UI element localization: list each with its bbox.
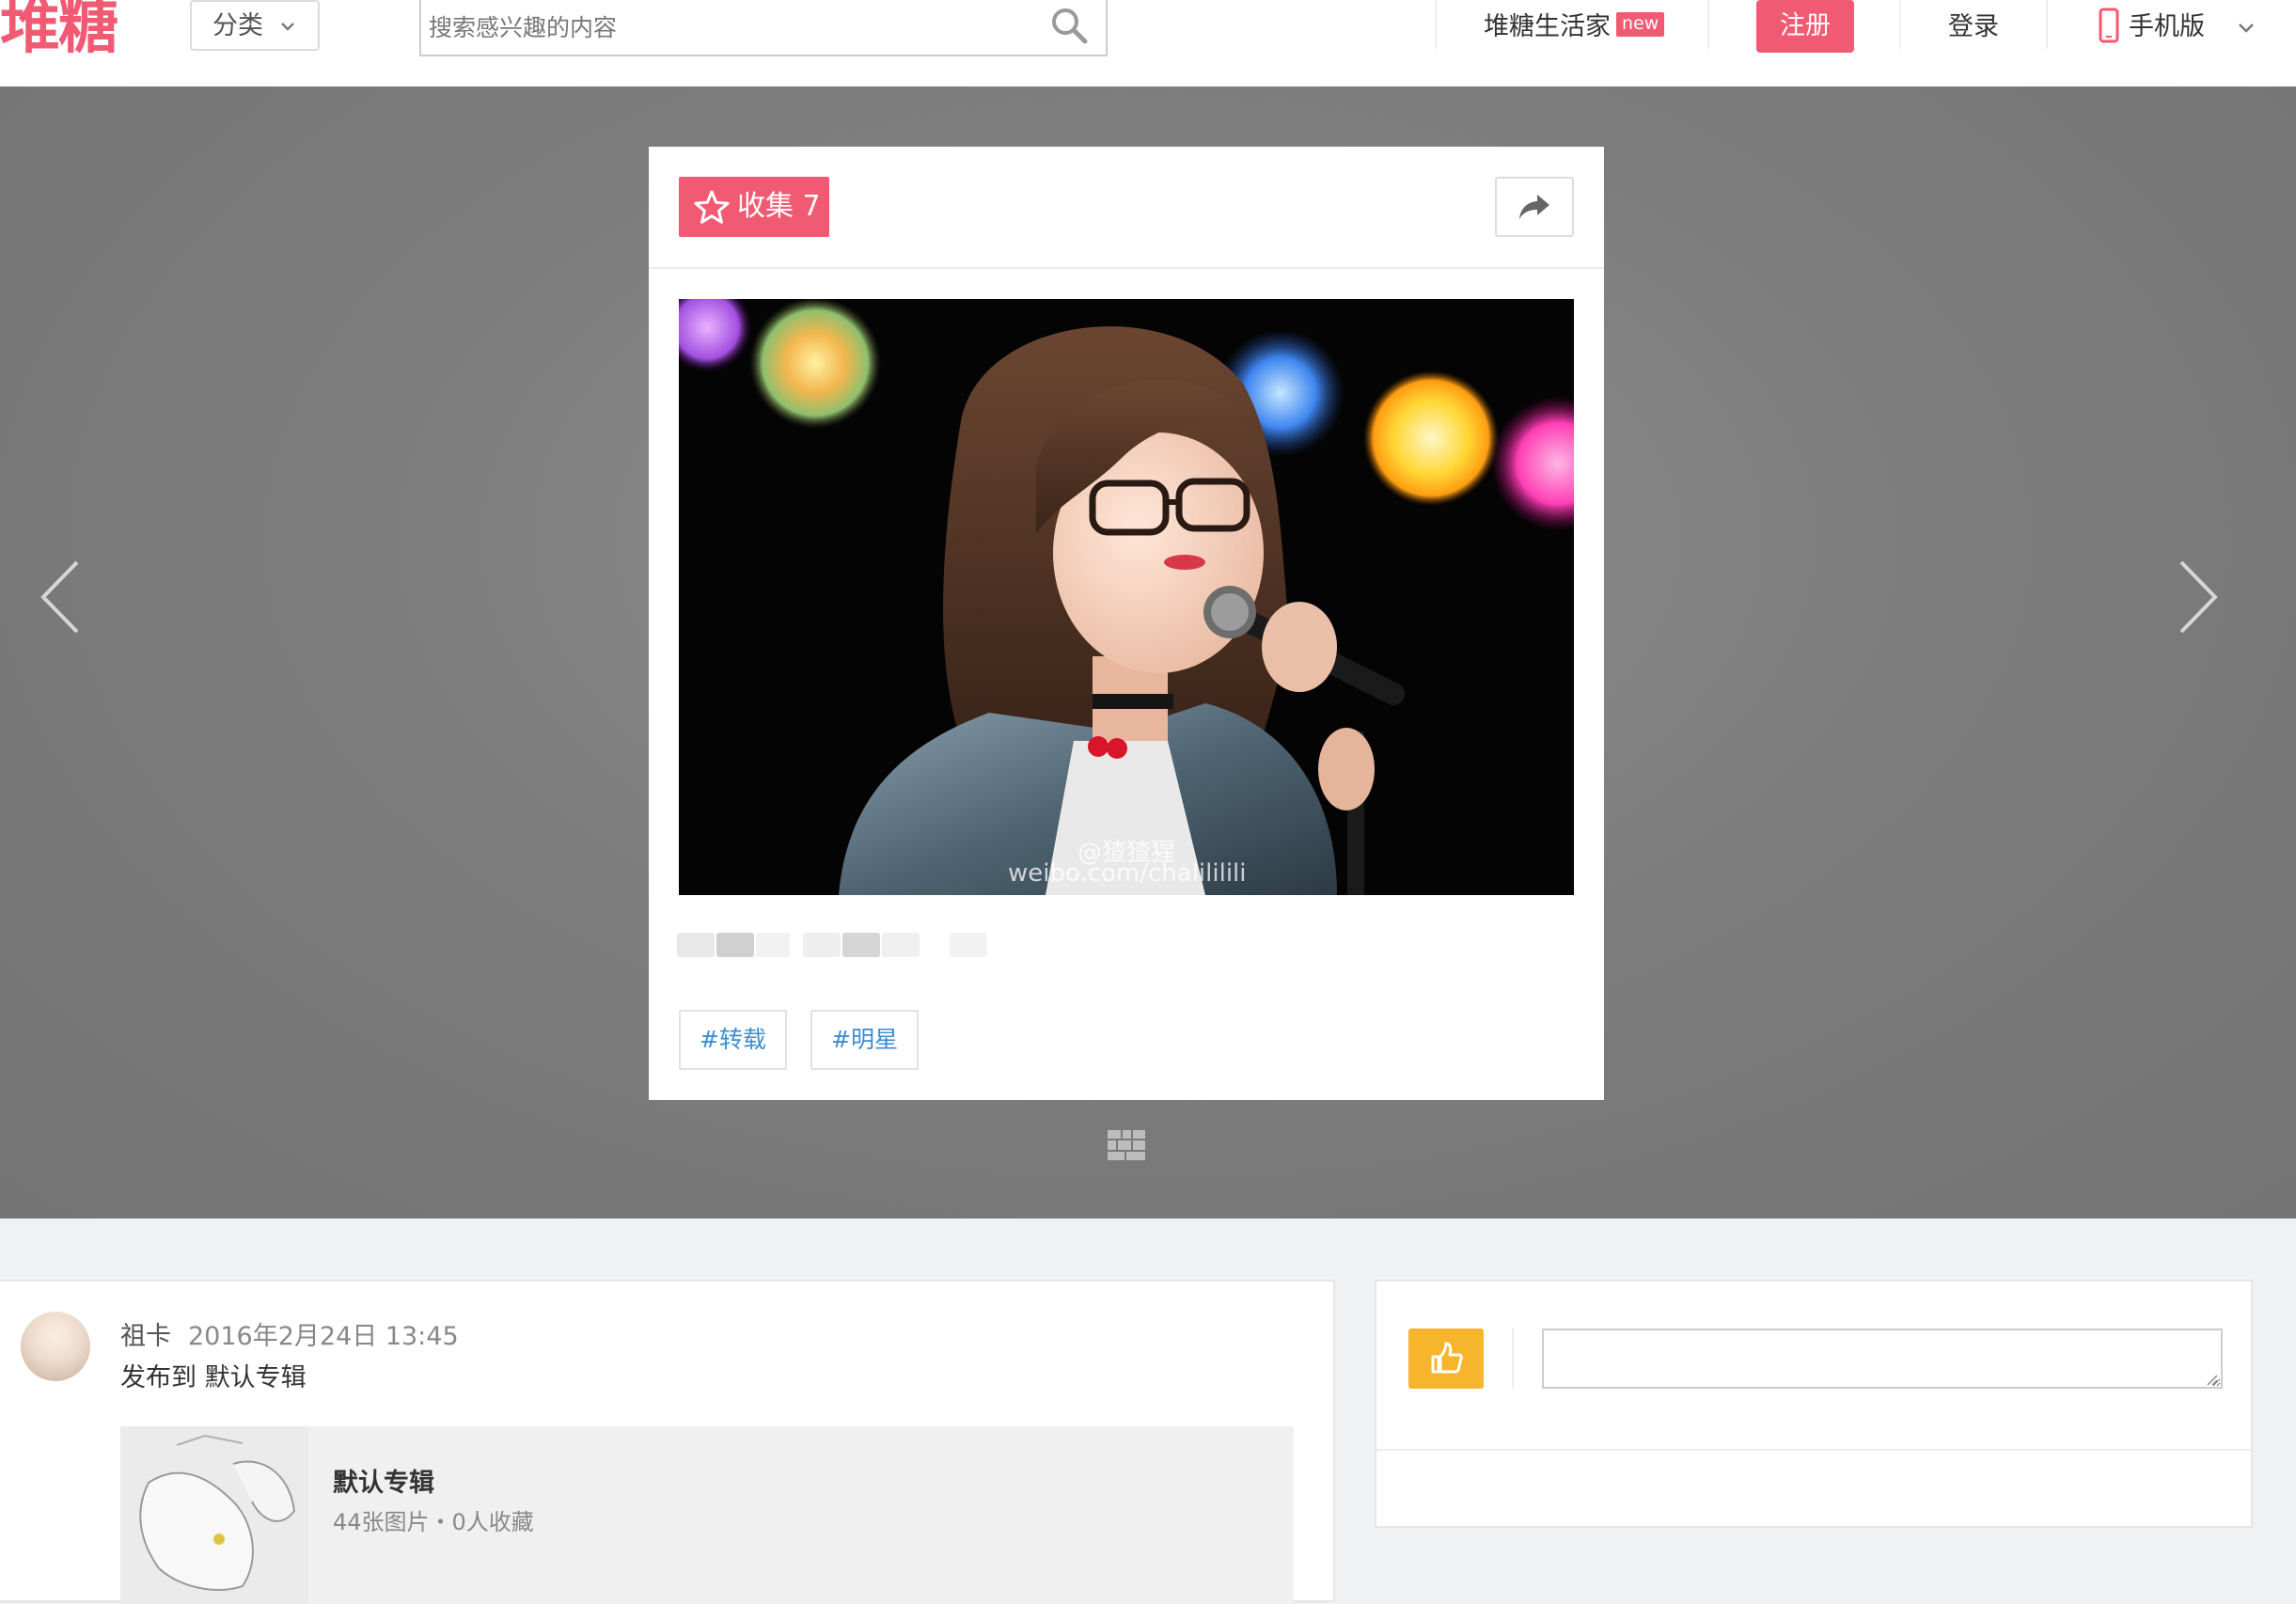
- mobile-link[interactable]: 手机版: [2129, 0, 2205, 55]
- arrow-right-icon[interactable]: [2168, 555, 2225, 639]
- nav-divider: [1435, 0, 1437, 49]
- pin-card: 收集 7 @猹猹猩 weibo.com/chalililili #转载 #明星: [649, 147, 1604, 1100]
- album-card[interactable]: 默认专辑 44张图片・0人收藏: [120, 1426, 1294, 1604]
- panel-divider: [1512, 1329, 1514, 1389]
- post-meta: 祖卡 2016年2月24日 13:45: [120, 1315, 459, 1352]
- photo-watermark-url: weibo.com/chalililili: [1008, 859, 1247, 888]
- album-title: 默认专辑: [333, 1469, 434, 1498]
- comment-input[interactable]: [1542, 1329, 2223, 1389]
- published-to: 发布到 默认专辑: [120, 1363, 307, 1392]
- site-logo[interactable]: 堆糖: [0, 0, 118, 60]
- post-timestamp: 2016年2月24日 13:45: [188, 1322, 459, 1351]
- search-box: [419, 0, 1108, 56]
- tag-celebrity[interactable]: #明星: [810, 1010, 919, 1070]
- thumbs-up-icon: [1431, 1342, 1463, 1374]
- star-icon: [694, 190, 730, 224]
- life-link[interactable]: 堆糖生活家 new: [1484, 0, 1665, 55]
- collect-button[interactable]: 收集 7: [679, 177, 829, 237]
- album-thumbnail: [120, 1426, 308, 1604]
- main-photo[interactable]: @猹猹猩 weibo.com/chalililili: [679, 299, 1574, 895]
- login-link[interactable]: 登录: [1948, 0, 1999, 55]
- arrow-left-icon[interactable]: [34, 555, 90, 639]
- album-stats: 44张图片・0人收藏: [333, 1509, 534, 1535]
- category-label: 分类: [212, 11, 263, 40]
- top-header: 堆糖 分类 堆糖生活家new 注册 登录 手机版: [0, 0, 2296, 87]
- register-button[interactable]: 注册: [1756, 0, 1854, 53]
- resize-grip-icon[interactable]: [2204, 1372, 2219, 1387]
- phone-icon: [2099, 8, 2119, 43]
- nav-divider: [1707, 0, 1709, 49]
- like-button[interactable]: [1408, 1329, 1484, 1389]
- card-divider: [649, 267, 1604, 269]
- nav-divider: [1899, 0, 1901, 49]
- panel-divider: [1376, 1449, 2251, 1451]
- new-badge: new: [1616, 12, 1665, 37]
- life-label: 堆糖生活家: [1484, 12, 1611, 41]
- hero-viewer: 收集 7 @猹猹猩 weibo.com/chalililili #转载 #明星: [0, 86, 2296, 1219]
- grid-view-icon[interactable]: [1108, 1130, 1145, 1160]
- photo-image: [679, 299, 1574, 895]
- share-icon: [1519, 195, 1549, 219]
- collect-label: 收集 7: [737, 190, 821, 223]
- chevron-down-icon[interactable]: [2236, 17, 2257, 38]
- share-button[interactable]: [1495, 177, 1574, 237]
- search-icon[interactable]: [1049, 6, 1089, 45]
- username[interactable]: 祖卡: [120, 1322, 171, 1351]
- post-info-panel: 祖卡 2016年2月24日 13:45 发布到 默认专辑 默认专辑 44张图片・0…: [0, 1280, 1335, 1604]
- nav-divider: [2046, 0, 2048, 49]
- search-input[interactable]: [421, 0, 1032, 55]
- avatar[interactable]: [21, 1312, 90, 1381]
- blurred-caption: [677, 929, 1053, 961]
- chevron-down-icon: [281, 23, 294, 31]
- category-dropdown[interactable]: 分类: [190, 0, 320, 51]
- tag-repost[interactable]: #转载: [679, 1010, 787, 1070]
- interaction-panel: [1375, 1280, 2253, 1528]
